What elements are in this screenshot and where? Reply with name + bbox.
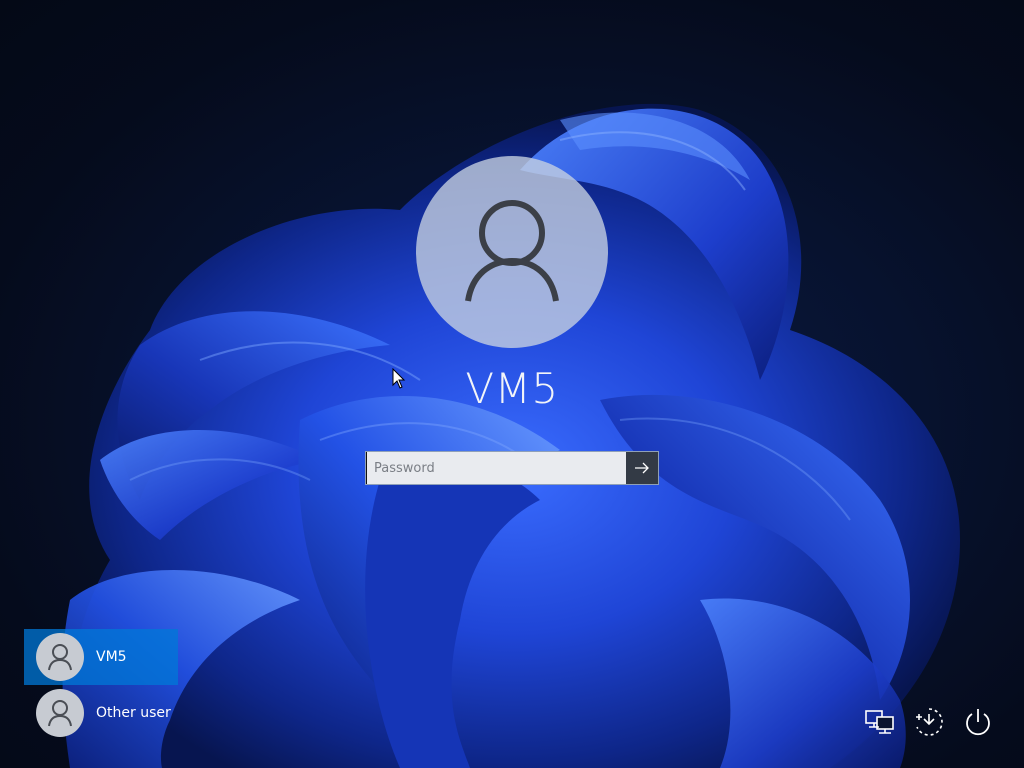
lock-screen: VM5 VM5 Other user xyxy=(0,0,1024,768)
power-icon xyxy=(966,709,990,736)
system-tray xyxy=(864,704,994,740)
network-button[interactable] xyxy=(864,704,896,740)
user-icon xyxy=(48,644,72,671)
network-icon xyxy=(865,710,894,734)
mouse-cursor-icon xyxy=(392,368,406,389)
accessibility-button[interactable] xyxy=(913,704,945,740)
password-input[interactable] xyxy=(366,452,626,484)
avatar xyxy=(36,633,84,681)
user-switcher: VM5 Other user xyxy=(24,629,178,741)
user-icon xyxy=(465,200,559,302)
user-avatar-large xyxy=(416,156,608,348)
accessibility-icon xyxy=(916,708,943,736)
submit-button[interactable] xyxy=(626,452,658,484)
user-name: Other user xyxy=(96,705,171,721)
user-icon xyxy=(48,700,72,727)
avatar xyxy=(36,689,84,737)
user-item-other[interactable]: Other user xyxy=(24,685,178,741)
arrow-right-icon xyxy=(635,462,649,474)
power-button[interactable] xyxy=(962,704,994,740)
user-name: VM5 xyxy=(96,649,127,665)
password-box xyxy=(365,451,659,485)
user-item-vm5[interactable]: VM5 xyxy=(24,629,178,685)
login-username: VM5 xyxy=(465,364,559,413)
